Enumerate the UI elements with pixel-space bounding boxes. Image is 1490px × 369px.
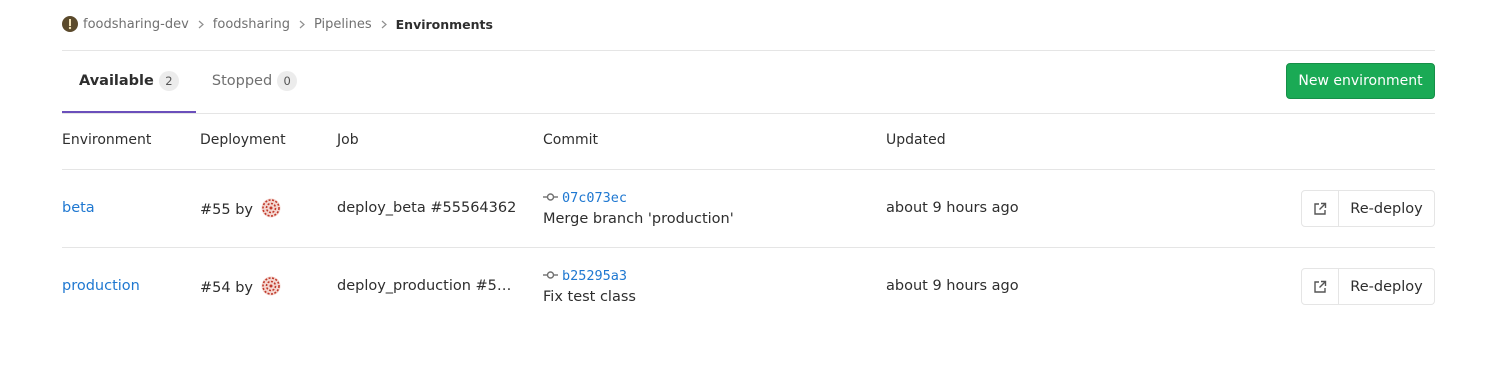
- table-row: beta #55 by deploy_beta #55564362 07c073…: [62, 170, 1435, 248]
- tab-count-badge: 0: [277, 71, 298, 91]
- environment-link[interactable]: beta: [62, 200, 95, 216]
- tab-stopped[interactable]: Stopped 0: [196, 51, 314, 113]
- column-header-job: Job: [337, 132, 359, 148]
- environment-tabs: Available 2 Stopped 0: [62, 51, 314, 113]
- user-avatar[interactable]: [261, 276, 281, 296]
- deployment-label: #55 by: [200, 202, 253, 218]
- tab-label: Available: [79, 73, 154, 89]
- commit-icon: [543, 193, 558, 201]
- row-actions: Re-deploy: [1301, 268, 1435, 305]
- external-link-icon: [1314, 280, 1327, 293]
- redeploy-button[interactable]: Re-deploy: [1339, 190, 1435, 227]
- tab-available[interactable]: Available 2: [62, 51, 196, 113]
- chevron-right-icon: [198, 20, 204, 29]
- external-link-icon: [1314, 202, 1327, 215]
- divider: [62, 113, 1435, 114]
- tab-count-badge: 2: [158, 71, 179, 91]
- breadcrumb-current[interactable]: Environments: [396, 17, 493, 32]
- deployment-cell: #54 by: [200, 276, 281, 298]
- new-environment-button[interactable]: New environment: [1286, 63, 1435, 99]
- redeploy-button[interactable]: Re-deploy: [1339, 268, 1435, 305]
- commit-title-link[interactable]: Fix test class: [543, 289, 636, 305]
- breadcrumb: foodsharing-dev foodsharing Pipelines En…: [62, 14, 493, 34]
- column-header-environment: Environment: [62, 132, 152, 148]
- open-live-environment-button[interactable]: [1301, 190, 1339, 227]
- commit-title-link[interactable]: Merge branch 'production': [543, 211, 734, 227]
- commit-cell: b25295a3: [543, 268, 627, 284]
- commit-cell: 07c073ec: [543, 190, 627, 206]
- row-actions: Re-deploy: [1301, 190, 1435, 227]
- job-link[interactable]: deploy_beta #55564362: [337, 200, 519, 216]
- updated-time: about 9 hours ago: [886, 278, 1019, 294]
- breadcrumb-project-link[interactable]: foodsharing: [213, 17, 290, 32]
- commit-icon: [543, 271, 558, 279]
- group-logo-icon[interactable]: [62, 16, 78, 32]
- column-header-deployment: Deployment: [200, 132, 286, 148]
- table-row: production #54 by deploy_production #55……: [62, 248, 1435, 326]
- commit-sha-link[interactable]: 07c073ec: [562, 190, 627, 206]
- job-link[interactable]: deploy_production #55…: [337, 278, 519, 294]
- breadcrumb-pipelines-link[interactable]: Pipelines: [314, 17, 372, 32]
- column-header-commit: Commit: [543, 132, 598, 148]
- column-header-updated: Updated: [886, 132, 946, 148]
- updated-time: about 9 hours ago: [886, 200, 1019, 216]
- chevron-right-icon: [381, 20, 387, 29]
- breadcrumb-group-link[interactable]: foodsharing-dev: [83, 17, 189, 32]
- deployment-cell: #55 by: [200, 198, 281, 220]
- chevron-right-icon: [299, 20, 305, 29]
- tab-label: Stopped: [211, 73, 273, 89]
- open-live-environment-button[interactable]: [1301, 268, 1339, 305]
- user-avatar[interactable]: [261, 198, 281, 218]
- commit-sha-link[interactable]: b25295a3: [562, 268, 627, 284]
- deployment-label: #54 by: [200, 280, 253, 296]
- environment-link[interactable]: production: [62, 278, 140, 294]
